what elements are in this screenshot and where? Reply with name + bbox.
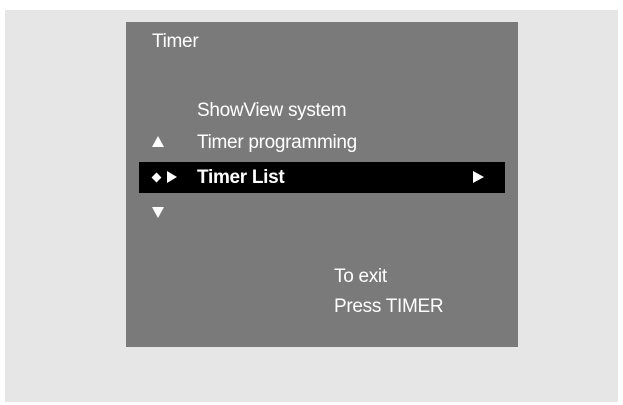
scroll-down-icon[interactable] bbox=[152, 207, 164, 218]
selector-diamond-icon bbox=[151, 172, 162, 183]
scroll-up-icon[interactable] bbox=[152, 136, 164, 147]
timer-menu-panel: Timer ShowView system Timer programming … bbox=[126, 22, 518, 347]
menu-item-timer-programming[interactable]: Timer programming bbox=[197, 132, 357, 154]
exit-hint-line2: Press TIMER bbox=[334, 296, 444, 317]
exit-hint-line1: To exit bbox=[334, 266, 387, 287]
submenu-arrow-icon bbox=[473, 171, 484, 183]
selector-arrow-icon bbox=[167, 171, 177, 183]
menu-item-label: Timer List bbox=[197, 167, 285, 188]
screen-frame: Timer ShowView system Timer programming … bbox=[5, 10, 618, 402]
menu-item-showview-system[interactable]: ShowView system bbox=[197, 100, 347, 122]
menu-item-timer-list[interactable]: Timer List bbox=[139, 162, 505, 193]
menu-title: Timer bbox=[152, 31, 199, 52]
